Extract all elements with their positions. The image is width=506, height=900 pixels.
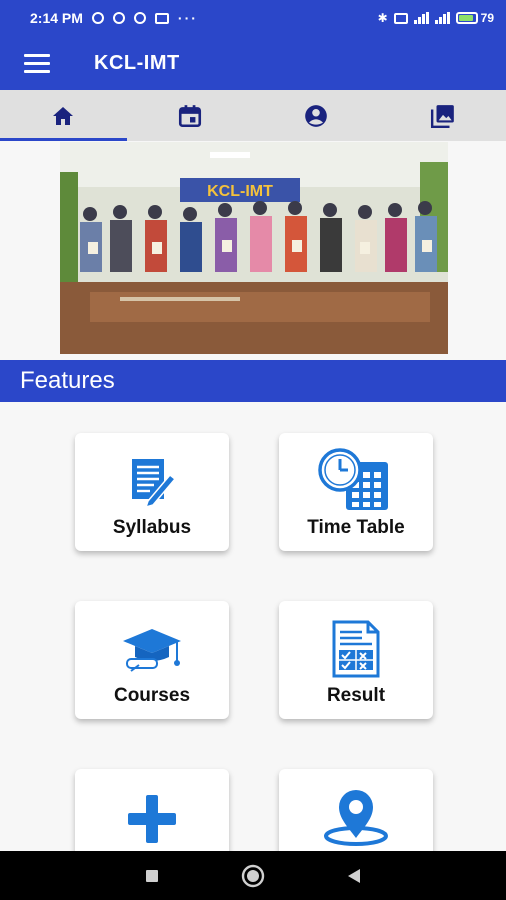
syllabus-label: Syllabus: [112, 517, 192, 538]
courses-label: Courses: [113, 685, 191, 706]
status-time: 2:14 PM: [30, 10, 83, 26]
time-table-card[interactable]: Time Table: [279, 433, 433, 551]
result-label: Result: [326, 685, 386, 706]
hamburger-menu-icon[interactable]: [24, 53, 50, 73]
battery-fill: [458, 15, 473, 21]
battery-indicator: 79: [455, 11, 494, 25]
tab-profile[interactable]: [253, 90, 380, 141]
tab-home[interactable]: [0, 90, 127, 141]
clock-calendar-icon: [318, 448, 388, 510]
tab-bar: [0, 90, 506, 141]
notification-icon: [112, 12, 125, 24]
more-notifications-icon: ···: [177, 10, 198, 26]
back-triangle-icon: [348, 868, 360, 883]
signal-icon-2: [434, 12, 450, 24]
plus-icon: [128, 795, 176, 843]
system-nav-bar: [0, 851, 506, 900]
status-bar: 2:14 PM ··· ✱ 79: [0, 0, 506, 36]
result-card[interactable]: Result: [279, 601, 433, 719]
square-icon: [146, 869, 158, 882]
time-table-label: Time Table: [307, 517, 405, 538]
syllabus-card[interactable]: Syllabus: [75, 433, 229, 551]
app-title: KCL-IMT: [94, 51, 180, 74]
account-circle-icon: [305, 104, 328, 127]
signal-icon: [413, 12, 429, 24]
location-pin-icon: [324, 790, 388, 846]
alarm-icon: [91, 12, 104, 24]
calendar-icon: [178, 104, 201, 127]
banner-sign: KCL-IMT: [207, 183, 273, 200]
circle-icon: [241, 864, 265, 887]
home-icon: [53, 106, 74, 125]
photo-gallery-icon: [430, 104, 454, 128]
volte-icon: [393, 12, 408, 24]
facebook-icon: [133, 12, 146, 24]
banner-image: KCL-IMT: [60, 142, 448, 354]
graduation-cap-icon: [123, 629, 181, 672]
battery-icon: [455, 12, 478, 24]
bluetooth-icon: ✱: [377, 11, 388, 25]
recents-button[interactable]: [145, 869, 159, 883]
result-sheet-icon: [332, 620, 380, 678]
group-photo: KCL-IMT: [60, 142, 448, 354]
message-icon: [154, 12, 169, 24]
battery-percent: 79: [480, 11, 494, 25]
back-button[interactable]: [347, 868, 361, 884]
courses-card[interactable]: Courses: [75, 601, 229, 719]
home-button[interactable]: [241, 864, 265, 888]
document-pen-icon: [132, 459, 177, 509]
tab-gallery[interactable]: [380, 90, 506, 141]
features-heading: Features: [0, 360, 506, 402]
app-bar: KCL-IMT: [0, 36, 506, 90]
tab-calendar[interactable]: [127, 90, 254, 141]
